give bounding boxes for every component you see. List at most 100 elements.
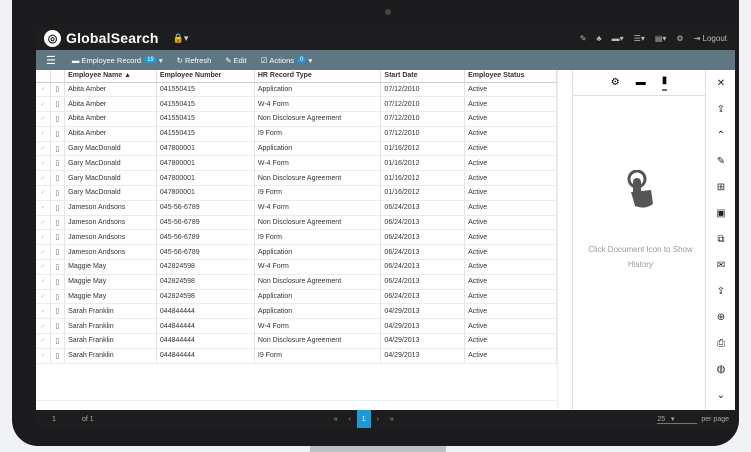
toolbar-icon[interactable]: ☰▾ <box>634 34 645 43</box>
table-row[interactable]: ✓ ▯ Gary MacDonald 047800001 I9 Form 01/16/20… <box>36 185 557 201</box>
action-icon[interactable]: ✕ <box>717 70 725 96</box>
table-row[interactable]: ✓ ▯ Maggie May 042824598 Application 06/24/20… <box>36 289 557 305</box>
table-row[interactable]: ✓ ▯ Jameson Andsons 045-56-6789 I9 Form 06/24… <box>36 229 557 246</box>
document-icon[interactable]: ▯ <box>50 82 66 98</box>
row-check-icon[interactable]: ✓ <box>36 141 51 157</box>
action-icon[interactable]: ⎙ <box>717 330 725 356</box>
toolbar-icon[interactable]: ⚙ <box>676 34 683 43</box>
document-icon[interactable]: ▯ <box>50 244 66 261</box>
row-check-icon[interactable]: ✓ <box>36 185 51 201</box>
document-icon[interactable]: ▯ <box>50 200 66 216</box>
row-check-icon[interactable]: ✓ <box>36 318 51 335</box>
page-link[interactable]: 1 <box>356 410 371 428</box>
column-header[interactable]: Employee Status <box>464 70 557 83</box>
document-icon[interactable]: ▯ <box>50 141 66 157</box>
row-check-icon[interactable]: ✓ <box>36 333 51 349</box>
action-icon[interactable]: ◍ <box>717 356 726 382</box>
row-check-icon[interactable]: ✓ <box>36 348 51 364</box>
table-row[interactable]: ✓ ▯ Abita Amber 041550415 Application 07/12/2… <box>36 82 557 98</box>
table-row[interactable]: ✓ ▯ Gary MacDonald 047800001 Non Disclosure … <box>36 170 557 187</box>
column-header[interactable]: Employee Number <box>156 70 255 83</box>
page-input[interactable]: 1 <box>52 416 82 423</box>
document-icon[interactable]: ▯ <box>50 274 66 290</box>
document-icon[interactable]: ▯ <box>50 155 66 172</box>
row-check-icon[interactable]: ✓ <box>36 126 51 142</box>
row-check-icon[interactable]: ✓ <box>36 244 51 261</box>
refresh-button[interactable]: ↻ Refresh <box>177 56 212 65</box>
row-check-icon[interactable]: ✓ <box>36 82 51 98</box>
panel-tab-icon[interactable]: ▮ <box>661 75 668 91</box>
action-icon[interactable]: ✎ <box>717 148 725 174</box>
page-link[interactable]: « <box>329 410 343 428</box>
document-icon[interactable]: ▯ <box>50 215 66 231</box>
table-row[interactable]: ✓ ▯ Abita Amber 041550415 I9 Form 07/12/2010 A… <box>36 126 557 142</box>
action-icon[interactable]: ⇪ <box>717 96 725 122</box>
row-check-icon[interactable]: ✓ <box>36 215 51 231</box>
column-header[interactable]: Start Date <box>380 70 466 83</box>
document-icon[interactable]: ▯ <box>50 333 66 349</box>
table-row[interactable]: ✓ ▯ Abita Amber 041550415 Non Disclosure Agr… <box>36 111 557 127</box>
toolbar-icon[interactable]: ✎ <box>580 34 587 43</box>
row-check-icon[interactable]: ✓ <box>36 259 51 275</box>
row-check-icon[interactable]: ✓ <box>36 96 51 113</box>
table-row[interactable]: ✓ ▯ Sarah Franklin 044844444 Application 04/2… <box>36 303 557 320</box>
lock-icon[interactable]: 🔒▾ <box>173 33 189 44</box>
toolbar-icon[interactable]: ▤▾ <box>655 34 667 43</box>
page-link[interactable]: ‹ <box>343 410 357 428</box>
select-column-header[interactable] <box>36 70 51 83</box>
row-check-icon[interactable]: ✓ <box>36 289 51 305</box>
table-row[interactable]: ✓ ▯ Sarah Franklin 044844444 W-4 Form 04/29/2… <box>36 318 557 335</box>
action-icon[interactable]: ⌃ <box>717 122 725 148</box>
actions-dropdown[interactable]: ☑ Actions 0 ▾ <box>261 56 313 65</box>
toolbar-icon[interactable]: ♣ <box>596 34 601 43</box>
vertical-scrollbar[interactable] <box>557 70 573 410</box>
action-icon[interactable]: ⇪ <box>717 278 725 304</box>
table-row[interactable]: ✓ ▯ Jameson Andsons 045-56-6789 Non Disclosu… <box>36 215 557 231</box>
page-link[interactable]: » <box>385 410 399 428</box>
document-icon[interactable]: ▯ <box>50 111 66 127</box>
row-check-icon[interactable]: ✓ <box>36 111 51 127</box>
table-row[interactable]: ✓ ▯ Gary MacDonald 047800001 Application 01/1… <box>36 141 557 157</box>
panel-tab-icon[interactable]: ▬ <box>636 77 646 88</box>
document-icon[interactable]: ▯ <box>50 303 66 320</box>
edit-button[interactable]: ✎ Edit <box>225 56 246 65</box>
document-icon[interactable]: ▯ <box>50 259 66 275</box>
action-icon[interactable]: ▣ <box>716 200 725 226</box>
table-row[interactable]: ✓ ▯ Maggie May 042824598 Non Disclosure Agre… <box>36 274 557 290</box>
action-icon[interactable]: ⧉ <box>717 226 724 252</box>
document-icon[interactable]: ▯ <box>50 170 66 187</box>
per-page-select[interactable]: 25 ▾ <box>657 415 698 424</box>
table-row[interactable]: ✓ ▯ Maggie May 042824598 W-4 Form 06/24/2013 A… <box>36 259 557 275</box>
toolbar-icon[interactable]: ▬▾ <box>612 34 624 43</box>
document-icon[interactable]: ▯ <box>50 185 66 201</box>
table-row[interactable]: ✓ ▯ Gary MacDonald 047800001 W-4 Form 01/16/2… <box>36 155 557 172</box>
document-icon[interactable]: ▯ <box>50 96 66 113</box>
action-icon[interactable]: ⌄ <box>717 382 725 408</box>
table-row[interactable]: ✓ ▯ Sarah Franklin 044844444 I9 Form 04/29/20… <box>36 348 557 364</box>
action-icon[interactable]: ⊕ <box>717 304 725 330</box>
employee-record-dropdown[interactable]: ▬ Employee Record 19 ▾ <box>72 56 163 65</box>
row-check-icon[interactable]: ✓ <box>36 303 51 320</box>
row-check-icon[interactable]: ✓ <box>36 155 51 172</box>
action-icon[interactable]: ✉ <box>717 252 725 278</box>
document-icon[interactable]: ▯ <box>50 126 66 142</box>
table-row[interactable]: ✓ ▯ Sarah Franklin 044844444 Non Disclosure … <box>36 333 557 349</box>
row-check-icon[interactable]: ✓ <box>36 170 51 187</box>
row-check-icon[interactable]: ✓ <box>36 200 51 216</box>
column-header[interactable]: HR Record Type <box>254 70 382 83</box>
document-icon[interactable]: ▯ <box>50 289 66 305</box>
document-icon[interactable]: ▯ <box>50 318 66 335</box>
logout-link[interactable]: ⇥ Logout <box>694 34 727 43</box>
action-icon[interactable]: ⊞ <box>717 174 725 200</box>
column-header[interactable]: Employee Name ▲ <box>64 70 157 83</box>
menu-icon[interactable]: ☰ <box>46 54 56 67</box>
table-row[interactable]: ✓ ▯ Jameson Andsons 045-56-6789 Application 0… <box>36 244 557 261</box>
document-icon[interactable]: ▯ <box>50 348 66 364</box>
table-row[interactable]: ✓ ▯ Abita Amber 041550415 W-4 Form 07/12/2010… <box>36 96 557 113</box>
table-row[interactable]: ✓ ▯ Jameson Andsons 045-56-6789 W-4 Form 06/2… <box>36 200 557 216</box>
page-link[interactable]: › <box>371 410 385 428</box>
row-check-icon[interactable]: ✓ <box>36 229 51 246</box>
panel-tab-icon[interactable]: ⚙ <box>611 77 620 88</box>
document-icon[interactable]: ▯ <box>50 229 66 246</box>
row-check-icon[interactable]: ✓ <box>36 274 51 290</box>
